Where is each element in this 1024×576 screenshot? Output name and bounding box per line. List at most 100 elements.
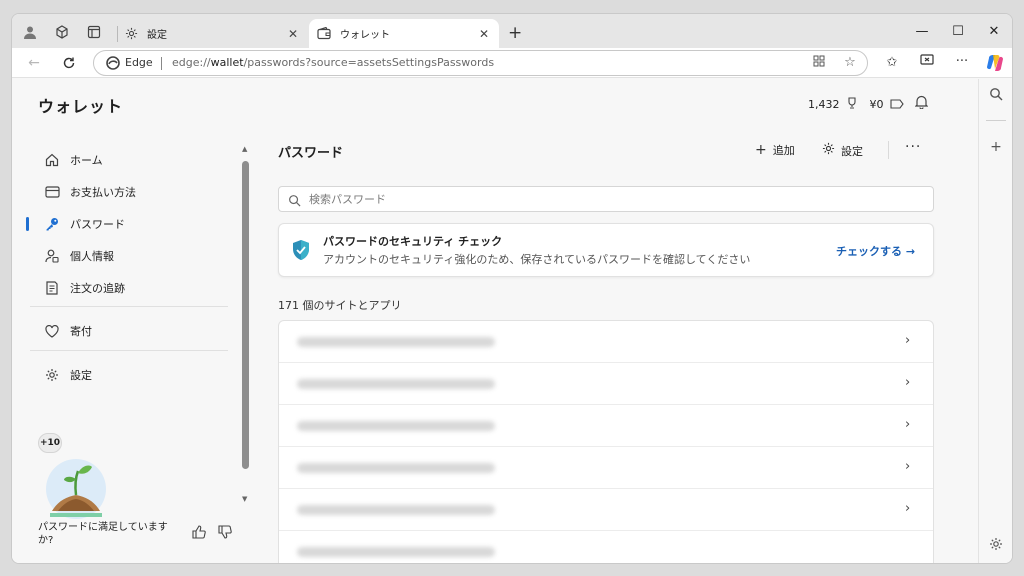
address-separator xyxy=(161,57,162,70)
workspaces-icon[interactable] xyxy=(52,22,72,42)
security-check-card[interactable]: パスワードのセキュリティ チェック アカウントのセキュリティ強化のため、保存され… xyxy=(278,223,934,277)
points-badge: +10 xyxy=(38,433,62,453)
add-label: 追加 xyxy=(772,144,795,157)
edge-logo-icon xyxy=(106,56,120,70)
passwords-panel: パスワード + 追加 設定 ··· パスワードのセキュリティ チェック アカウ xyxy=(277,139,935,563)
sidebar-item-label: 寄付 xyxy=(70,325,92,338)
more-options-icon[interactable]: ··· xyxy=(905,139,921,155)
sidebar-item-donations[interactable]: 寄付 xyxy=(30,319,230,343)
bell-icon[interactable] xyxy=(914,95,929,113)
sidebar-item-payment[interactable]: お支払い方法 xyxy=(30,180,230,204)
thumbs-down-icon[interactable] xyxy=(216,525,234,543)
close-icon[interactable]: ✕ xyxy=(476,27,492,41)
person-icon xyxy=(43,247,61,265)
screenshot-icon[interactable] xyxy=(918,54,936,72)
search-icon xyxy=(288,192,302,207)
add-password-button[interactable]: + 追加 xyxy=(755,142,795,158)
close-window-icon[interactable]: ✕ xyxy=(984,24,1004,39)
browser-window: 設定 ✕ ウォレット ✕ + — ☐ ✕ ← Edge edge://walle… xyxy=(11,13,1013,564)
page-title: ウォレット xyxy=(38,97,124,116)
list-item[interactable]: › xyxy=(279,447,933,489)
rail-separator xyxy=(986,120,1006,121)
back-icon[interactable]: ← xyxy=(24,53,44,73)
sidebar-item-personal-info[interactable]: 個人情報 xyxy=(30,244,230,268)
toolbar: ← Edge edge://wallet/passwords?source=as… xyxy=(12,48,1012,78)
scrollbar-thumb[interactable] xyxy=(242,161,249,469)
gear-icon xyxy=(43,366,61,384)
sidebar-item-order-tracking[interactable]: 注文の追跡 xyxy=(30,276,230,300)
chevron-right-icon: › xyxy=(905,501,911,516)
sidebar-item-label: ホーム xyxy=(70,154,103,167)
scroll-up-icon[interactable]: ▲ xyxy=(242,145,247,153)
sidebar-item-label: 設定 xyxy=(70,369,92,382)
add-icon[interactable]: + xyxy=(987,138,1005,156)
tab-title: ウォレット xyxy=(340,30,390,41)
tag-icon xyxy=(889,98,904,112)
edge-label: Edge xyxy=(125,56,153,69)
list-item[interactable]: › xyxy=(279,363,933,405)
blurred-site-name xyxy=(297,421,495,431)
more-menu-icon[interactable]: ··· xyxy=(953,53,971,71)
chevron-right-icon: › xyxy=(905,417,911,432)
sidebar-item-settings[interactable]: 設定 xyxy=(30,363,230,387)
receipt-icon xyxy=(43,279,61,297)
scroll-down-icon[interactable]: ▼ xyxy=(242,495,247,503)
section-title: パスワード xyxy=(278,146,344,161)
rewards-summary[interactable]: 1,432 ¥0 xyxy=(808,97,904,112)
app-available-icon[interactable] xyxy=(811,55,827,71)
blurred-site-name xyxy=(297,547,495,557)
password-settings-button[interactable]: 設定 xyxy=(822,142,863,159)
address-bar[interactable]: Edge edge://wallet/passwords?source=asse… xyxy=(93,50,868,76)
wallet-page: ウォレット 1,432 ¥0 ホーム お支払い方法 パスワード 個人情報 注文の… xyxy=(12,79,970,563)
new-tab-button[interactable]: + xyxy=(508,23,522,43)
favorite-star-icon[interactable]: ☆ xyxy=(842,55,858,71)
tab-wallet[interactable]: ウォレット ✕ xyxy=(309,19,499,48)
gear-icon[interactable] xyxy=(987,537,1005,555)
settings-label: 設定 xyxy=(841,144,863,158)
gear-icon xyxy=(123,26,139,42)
search-input[interactable] xyxy=(309,191,909,208)
card-icon xyxy=(43,183,61,201)
password-search[interactable] xyxy=(278,186,934,212)
points-count: 1,432 xyxy=(808,98,840,111)
list-item[interactable]: › xyxy=(279,321,933,363)
blurred-site-name xyxy=(297,505,495,515)
minimize-icon[interactable]: — xyxy=(912,24,932,39)
site-count: 171 個のサイトとアプリ xyxy=(278,299,402,312)
check-now-link[interactable]: チェックする → xyxy=(836,243,915,259)
blurred-site-name xyxy=(297,463,495,473)
search-icon[interactable] xyxy=(987,87,1005,105)
list-item[interactable] xyxy=(279,531,933,563)
plus-icon: + xyxy=(755,142,767,158)
refresh-icon[interactable] xyxy=(59,53,79,73)
favorites-icon[interactable]: ✩ xyxy=(883,54,901,72)
tab-settings[interactable]: 設定 ✕ xyxy=(116,19,308,48)
sidebar-item-home[interactable]: ホーム xyxy=(30,148,230,172)
close-icon[interactable]: ✕ xyxy=(285,27,301,41)
wallet-icon xyxy=(316,26,332,42)
blurred-site-name xyxy=(297,379,495,389)
list-item[interactable]: › xyxy=(279,405,933,447)
action-separator xyxy=(888,141,889,159)
profile-icon[interactable] xyxy=(20,22,40,42)
gear-icon xyxy=(822,142,835,159)
maximize-icon[interactable]: ☐ xyxy=(948,24,968,39)
heart-icon xyxy=(43,322,61,340)
security-check-description: アカウントのセキュリティ強化のため、保存されているパスワードを確認してください xyxy=(323,253,751,266)
sidebar-scrollbar[interactable]: ▲ ▼ xyxy=(242,145,250,505)
home-icon xyxy=(43,151,61,169)
key-icon xyxy=(43,215,61,233)
chevron-right-icon: › xyxy=(905,459,911,474)
feedback-question: パスワードに満足していますか? xyxy=(38,522,168,546)
copilot-icon[interactable] xyxy=(986,54,1004,72)
tab-title: 設定 xyxy=(147,30,167,41)
cash-amount: ¥0 xyxy=(869,98,884,111)
tab-strip: 設定 ✕ ウォレット ✕ + — ☐ ✕ xyxy=(12,14,1012,48)
list-item[interactable]: › xyxy=(279,489,933,531)
sidebar-item-label: お支払い方法 xyxy=(70,186,136,199)
trophy-icon xyxy=(846,97,858,112)
sidebar-item-passwords[interactable]: パスワード xyxy=(26,212,230,236)
tab-actions-icon[interactable] xyxy=(84,22,104,42)
thumbs-up-icon[interactable] xyxy=(190,525,208,543)
security-check-title: パスワードのセキュリティ チェック xyxy=(323,235,503,248)
